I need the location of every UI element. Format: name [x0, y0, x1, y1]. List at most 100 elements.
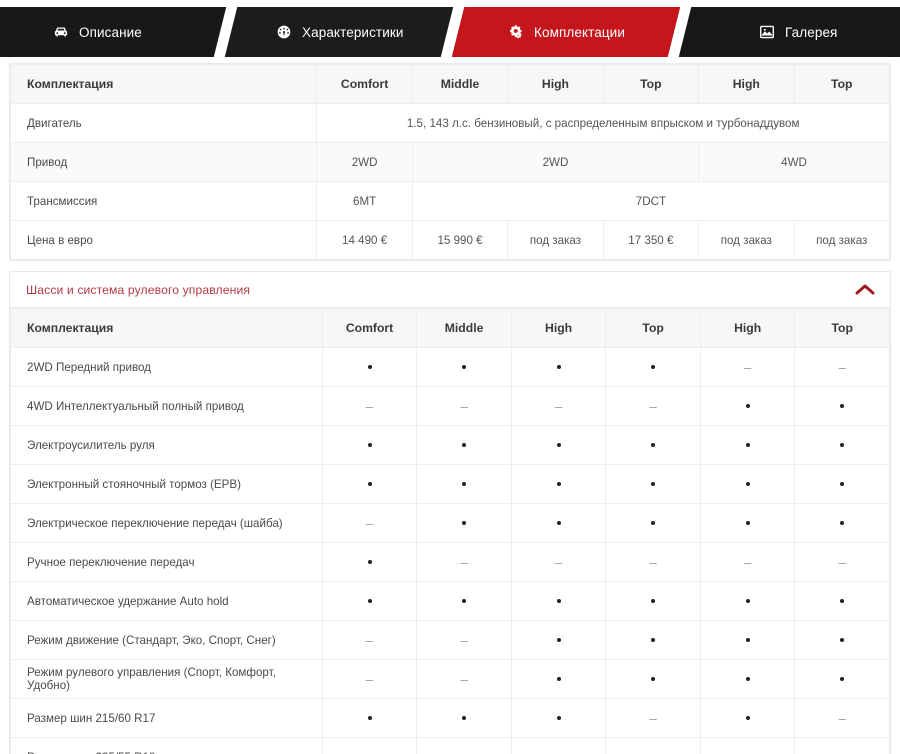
- price-cell: под заказ: [698, 220, 795, 260]
- available-dot-icon: [556, 716, 561, 721]
- unavailable-dash-icon: –: [554, 398, 563, 414]
- feature-cell: –: [605, 698, 701, 738]
- feature-cell: [794, 737, 890, 754]
- column-header-high-2: High: [699, 308, 796, 348]
- feature-cell: –: [605, 386, 701, 426]
- feature-cell: –: [794, 347, 890, 387]
- unavailable-dash-icon: –: [460, 671, 468, 687]
- feature-cell: [605, 620, 701, 660]
- available-dot-icon: [651, 521, 656, 526]
- column-header-comfort: Comfort: [321, 308, 418, 348]
- feature-cell: [510, 620, 607, 660]
- row-label: Ручное переключение передач: [10, 542, 323, 582]
- tab-label: Характеристики: [301, 24, 404, 40]
- available-dot-icon: [651, 599, 656, 604]
- tab-label: Галерея: [785, 24, 838, 40]
- feature-cell: [321, 542, 418, 582]
- unavailable-dash-icon: –: [460, 632, 468, 648]
- section-chassis-panel: Шасси и система рулевого управления Комп…: [9, 271, 891, 754]
- unavailable-dash-icon: –: [838, 554, 846, 570]
- available-dot-icon: [556, 365, 561, 370]
- row-label: Режим движение (Стандарт, Эко, Спорт, Сн…: [10, 620, 323, 660]
- chassis-table-body: 2WD Передний привод – –4WD Интеллектуальны…: [10, 347, 890, 754]
- column-header-top-2: Top: [794, 308, 890, 348]
- feature-cell: [510, 581, 607, 621]
- row-label: 2WD Передний привод: [10, 347, 323, 387]
- table-row: Трансмиссия 6MT 7DCT: [9, 181, 891, 221]
- tab-opisanie[interactable]: Описание: [0, 7, 227, 57]
- available-dot-icon: [556, 677, 561, 682]
- available-dot-icon: [840, 599, 845, 604]
- tab-harakteristiki[interactable]: Характеристики: [224, 7, 454, 57]
- tab-galereya[interactable]: Галерея: [678, 7, 900, 57]
- feature-cell: [416, 503, 512, 543]
- available-dot-icon: [840, 443, 845, 448]
- column-header-middle: Middle: [416, 308, 512, 348]
- feature-cell: –: [699, 542, 796, 582]
- car-icon: [52, 23, 70, 41]
- feature-cell: –: [416, 386, 512, 426]
- available-dot-icon: [745, 716, 750, 721]
- available-dot-icon: [367, 599, 372, 604]
- unavailable-dash-icon: –: [460, 554, 468, 570]
- feature-cell: [699, 581, 796, 621]
- available-dot-icon: [745, 404, 750, 409]
- unavailable-dash-icon: –: [838, 710, 846, 726]
- available-dot-icon: [556, 638, 561, 643]
- table-row: 2WD Передний привод – –: [10, 347, 890, 387]
- feature-cell: [699, 425, 796, 465]
- feature-cell: –: [416, 620, 512, 660]
- available-dot-icon: [651, 677, 656, 682]
- column-header-top-1: Top: [605, 308, 701, 348]
- available-dot-icon: [556, 521, 561, 526]
- table-row: Автоматическое удержание Auto hold: [10, 581, 890, 621]
- tab-komplektacii[interactable]: Комплектации: [451, 7, 681, 57]
- feature-cell: [416, 698, 512, 738]
- feature-cell: –: [699, 737, 796, 754]
- row-value: 6MT: [316, 181, 413, 221]
- unavailable-dash-icon: –: [554, 554, 563, 570]
- table-row: Режим рулевого управления (Спорт, Комфор…: [10, 659, 890, 699]
- feature-cell: [321, 698, 418, 738]
- unavailable-dash-icon: –: [460, 398, 468, 414]
- section-header-toggle[interactable]: Шасси и система рулевого управления: [10, 272, 890, 308]
- available-dot-icon: [651, 638, 656, 643]
- feature-cell: [699, 503, 796, 543]
- table-header-row: Комплектация Comfort Middle High Top Hig…: [9, 64, 890, 104]
- feature-cell: [699, 659, 796, 699]
- gears-icon: [507, 23, 525, 41]
- feature-cell: –: [416, 737, 512, 754]
- column-header-comfort: Comfort: [316, 64, 413, 104]
- row-value: 2WD: [316, 142, 413, 182]
- unavailable-dash-icon: –: [365, 398, 374, 414]
- price-cell: 17 350 €: [602, 220, 700, 260]
- summary-table-panel: Комплектация Comfort Middle High Top Hig…: [9, 63, 891, 261]
- feature-cell: [416, 425, 512, 465]
- available-dot-icon: [367, 716, 372, 721]
- section-title: Шасси и система рулевого управления: [26, 282, 251, 297]
- available-dot-icon: [840, 404, 845, 409]
- feature-cell: [416, 464, 512, 504]
- column-header-top-1: Top: [602, 64, 700, 104]
- chevron-up-icon[interactable]: [854, 283, 876, 296]
- row-label: Двигатель: [9, 103, 318, 143]
- unavailable-dash-icon: –: [744, 359, 752, 375]
- feature-cell: [794, 464, 890, 504]
- available-dot-icon: [462, 482, 467, 487]
- feature-cell: [794, 425, 890, 465]
- feature-cell: [605, 503, 701, 543]
- unavailable-dash-icon: –: [365, 632, 374, 648]
- tab-bar: Описание Характеристики Комплектации Гал…: [0, 0, 900, 63]
- available-dot-icon: [745, 482, 750, 487]
- feature-cell: –: [321, 620, 418, 660]
- price-cell: 14 490 €: [316, 220, 413, 260]
- speedometer-icon: [275, 23, 293, 41]
- feature-cell: [794, 581, 890, 621]
- row-value: 1.5, 143 л.с. бензиновый, с распределенн…: [316, 103, 890, 143]
- table-row: 4WD Интеллектуальный полный привод – – – –: [10, 386, 890, 426]
- table-row: Электрическое переключение передач (шайб…: [10, 503, 890, 543]
- available-dot-icon: [556, 482, 561, 487]
- feature-cell: [794, 503, 890, 543]
- row-label: Электрическое переключение передач (шайб…: [10, 503, 323, 543]
- unavailable-dash-icon: –: [649, 554, 657, 570]
